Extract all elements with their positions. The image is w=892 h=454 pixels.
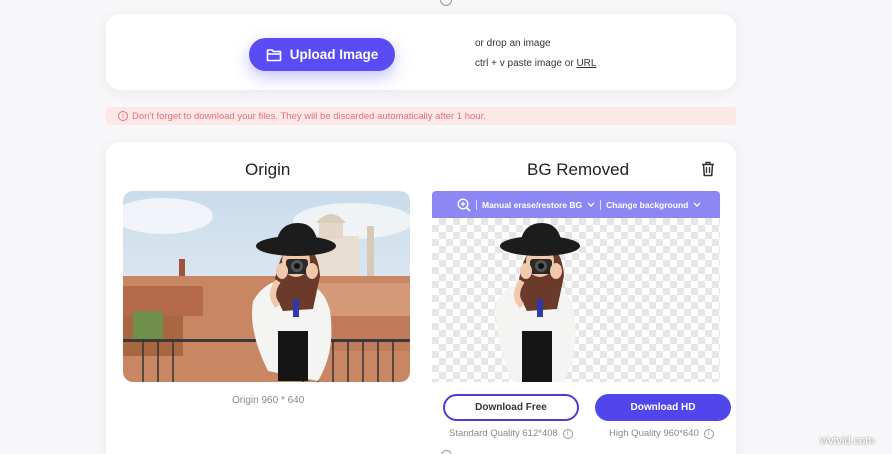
result-card: Origin BG Removed Origin 960 * 640 Manua… (106, 142, 736, 454)
chevron-down-icon (587, 202, 595, 207)
high-quality-label: High Quality 960*640 (609, 428, 699, 439)
standard-quality-label: Standard Quality 612*408 (449, 428, 558, 439)
origin-image (123, 191, 410, 382)
scroll-indicator-icon (440, 0, 452, 6)
toolbar-divider (476, 199, 477, 210)
change-background-dropdown[interactable]: Change background (606, 200, 701, 210)
transparent-background (432, 218, 720, 382)
paste-hint-text: ctrl + v paste image or (475, 58, 577, 69)
download-free-button[interactable]: Download Free (443, 394, 579, 421)
bg-removed-title: BG Removed (527, 160, 630, 179)
warning-message: Don't forget to download your files. The… (132, 110, 486, 122)
info-icon[interactable]: i (562, 428, 573, 439)
standard-quality-info: Standard Quality 612*408 i (449, 428, 573, 439)
bg-removed-preview: Manual erase/restore BG Change backgroun… (432, 191, 720, 382)
download-hd-button[interactable]: Download HD (595, 394, 731, 421)
drop-hint: or drop an image (475, 38, 551, 49)
upload-image-button[interactable]: Upload Image (249, 38, 395, 71)
toolbar-divider (600, 199, 602, 210)
url-link[interactable]: URL (576, 58, 596, 69)
origin-caption: Origin 960 * 640 (232, 395, 305, 406)
info-icon: i (118, 111, 128, 121)
edit-toolbar: Manual erase/restore BG Change backgroun… (432, 191, 720, 218)
chevron-down-icon (693, 202, 701, 207)
manual-erase-label: Manual erase/restore BG (482, 199, 583, 210)
discard-warning-banner: i Don't forget to download your files. T… (106, 107, 736, 125)
info-icon[interactable]: i (703, 428, 714, 439)
folder-icon (266, 48, 282, 61)
manual-erase-dropdown[interactable]: Manual erase/restore BG (482, 200, 595, 210)
high-quality-info: High Quality 960*640 i (609, 428, 714, 439)
paste-hint: ctrl + v paste image or URL (475, 58, 596, 69)
trash-icon[interactable] (701, 161, 715, 177)
watermark: wvtvid.com (820, 435, 875, 447)
scroll-indicator-icon (441, 450, 452, 454)
upload-image-label: Upload Image (289, 47, 379, 62)
zoom-in-button[interactable] (457, 197, 471, 212)
change-background-label: Change background (606, 199, 689, 210)
origin-title: Origin (245, 160, 291, 179)
zoom-in-icon (457, 197, 471, 212)
upload-card: Upload Image or drop an image ctrl + v p… (106, 14, 736, 90)
